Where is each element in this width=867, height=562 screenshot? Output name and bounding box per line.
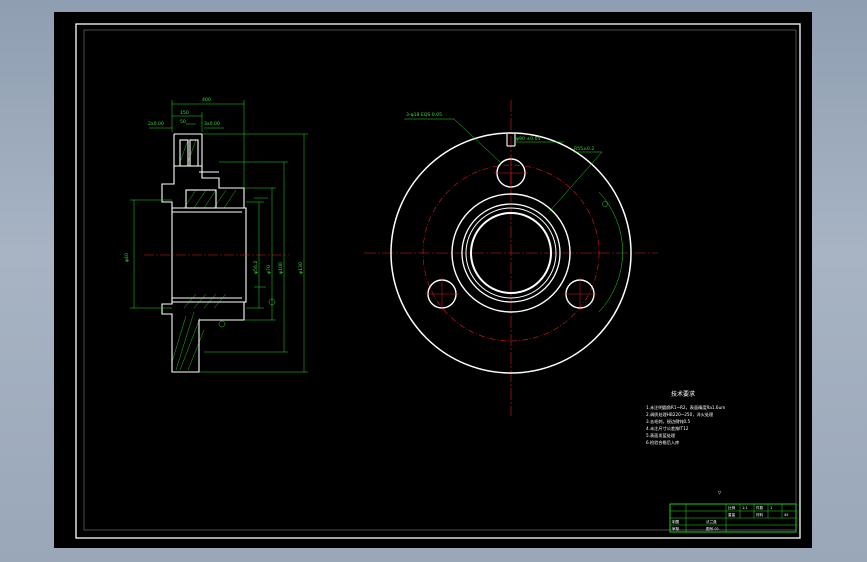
tb-cell-2: 1:1 bbox=[742, 506, 748, 510]
tb-cell-3: 件数 bbox=[756, 505, 764, 510]
section-dim-text: 400 150 50 2x0.00 3x0.00 φ40 φ56.2 φ70 φ… bbox=[124, 97, 304, 274]
note-line-2: 2.调质处理HB220~250，淬火处理 bbox=[646, 411, 714, 418]
tb-cell-8: 45 bbox=[784, 513, 789, 517]
drawing-sheet: 400 150 50 2x0.00 3x0.00 φ40 φ56.2 φ70 φ… bbox=[54, 12, 812, 548]
dim-top-step: 150 bbox=[180, 110, 189, 116]
dim-right-small: 3x0.00 bbox=[204, 121, 220, 127]
note-line-3: 3.去毛刺，锐边倒钝0.5 bbox=[646, 418, 690, 425]
dim-left-small: 2x0.00 bbox=[148, 121, 164, 127]
title-block: 比例 1:1 件数 1 重量 材料 45 制图 审核 法兰盘 图号-01 bbox=[669, 503, 797, 533]
section-dimensions bbox=[130, 100, 308, 373]
callout-radius: R55±0.2 bbox=[574, 146, 594, 152]
tb-cell-5: 重量 bbox=[728, 512, 736, 517]
section-outline bbox=[161, 133, 247, 373]
tb-drawing-no: 图号-01 bbox=[706, 526, 719, 531]
tb-part-label: 法兰盘 bbox=[706, 519, 717, 524]
dim-d4: φ130 bbox=[298, 262, 304, 274]
tb-cell-1: 比例 bbox=[728, 505, 736, 510]
callout-pcd: φ90 ±0.05 bbox=[516, 136, 540, 142]
dim-d2: φ70 bbox=[266, 265, 272, 274]
tb-cell-7: 材料 bbox=[756, 512, 764, 517]
note-line-4: 4.未注尺寸公差按IT12 bbox=[646, 425, 689, 432]
dim-top-overall: 400 bbox=[202, 97, 211, 103]
dim-left-dia: φ40 bbox=[124, 253, 130, 262]
note-line-1: 1.未注明圆角R1~R2，表面精度Ra1.6um bbox=[646, 404, 725, 411]
callout-holes: 3-φ18 EQS 0.05 bbox=[406, 112, 442, 118]
note-line-5: 5.表面发蓝处理 bbox=[646, 432, 676, 439]
roughness-symbol: ▽ bbox=[718, 490, 722, 495]
section-view: 400 150 50 2x0.00 3x0.00 φ40 φ56.2 φ70 φ… bbox=[124, 97, 308, 373]
notes-title: 技术要求 bbox=[671, 390, 695, 398]
tb-cell-4: 1 bbox=[770, 506, 772, 510]
technical-notes: 技术要求 1.未注明圆角R1~R2，表面精度Ra1.6um 2.调质处理HB22… bbox=[646, 390, 725, 446]
tb-left-1: 制图 bbox=[672, 519, 680, 524]
flange-outline bbox=[161, 133, 247, 373]
dim-top-groove: 50 bbox=[180, 119, 186, 125]
cad-drawing-canvas[interactable]: 400 150 50 2x0.00 3x0.00 φ40 φ56.2 φ70 φ… bbox=[54, 12, 812, 548]
tb-left-2: 审核 bbox=[672, 526, 680, 531]
dim-d1: φ56.2 bbox=[253, 261, 259, 274]
dim-d3: φ100 bbox=[278, 262, 284, 274]
note-line-6: 6.检验合格后入库 bbox=[646, 439, 679, 446]
front-view: 3-φ18 EQS 0.05 φ90 ±0.05 R55±0.2 bbox=[364, 100, 658, 416]
